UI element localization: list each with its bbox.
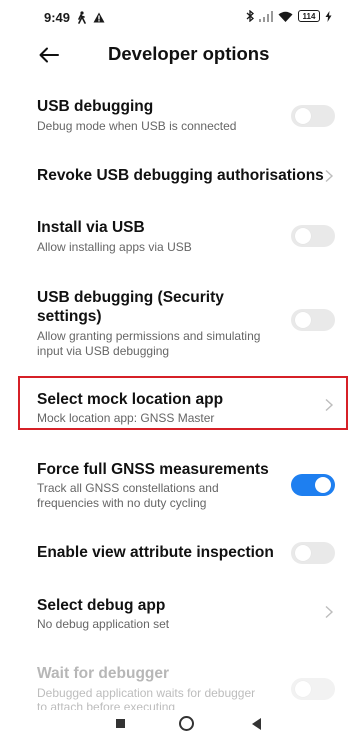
toggle-knob [295, 312, 311, 328]
setting-title: USB debugging [37, 98, 154, 115]
arrow-left-icon [39, 47, 59, 63]
setting-usb-debugging[interactable]: USB debugging Debug mode when USB is con… [0, 90, 348, 142]
toggle-knob [295, 545, 311, 561]
charging-bolt-icon [325, 10, 332, 22]
home-button[interactable] [179, 716, 194, 731]
setting-title: Wait for debugger [37, 665, 170, 682]
setting-subtitle-line2: input via USB debugging [37, 344, 170, 358]
view-attribute-inspection-toggle[interactable] [291, 542, 335, 564]
chevron-right-icon [325, 169, 334, 183]
install-via-usb-toggle[interactable] [291, 225, 335, 247]
toggle-knob [295, 228, 311, 244]
force-full-gnss-toggle[interactable] [291, 474, 335, 496]
setting-title-line1: USB debugging (Security [37, 289, 224, 306]
setting-title: Enable view attribute inspection [37, 544, 274, 561]
setting-title: Select mock location app [37, 391, 224, 408]
setting-view-attribute-inspection[interactable]: Enable view attribute inspection [0, 535, 348, 571]
recents-button[interactable] [116, 719, 125, 728]
warning-icon [93, 12, 105, 23]
setting-revoke-usb-authorisations[interactable]: Revoke USB debugging authorisations [0, 158, 348, 194]
chevron-right-icon [325, 398, 334, 412]
status-right: 114 [246, 10, 332, 22]
setting-install-via-usb[interactable]: Install via USB Allow installing apps vi… [0, 212, 348, 260]
battery-icon: 114 [298, 10, 320, 22]
page-title: Developer options [108, 43, 270, 64]
back-button[interactable] [34, 40, 64, 70]
setting-subtitle: Debug mode when USB is connected [37, 119, 237, 133]
toggle-knob [295, 681, 311, 697]
toggle-knob [295, 108, 311, 124]
wifi-icon [278, 11, 293, 22]
setting-subtitle-line1: Track all GNSS constellations and [37, 481, 219, 495]
setting-title: Force full GNSS measurements [37, 461, 269, 478]
setting-subtitle-line1: Debugged application waits for debugger [37, 686, 256, 700]
header: Developer options [0, 36, 348, 74]
usb-debugging-security-toggle[interactable] [291, 309, 335, 331]
setting-title-line2: settings) [37, 308, 102, 325]
setting-title: Install via USB [37, 219, 145, 236]
toggle-knob [315, 477, 331, 493]
bluetooth-icon [246, 10, 254, 22]
setting-usb-debugging-security[interactable]: USB debugging (Security settings) Allow … [0, 286, 348, 362]
status-time: 9:49 [44, 10, 71, 25]
setting-select-mock-location-app[interactable]: Select mock location app Mock location a… [0, 384, 348, 426]
setting-subtitle-line2: to attach before executing [37, 700, 176, 710]
setting-wait-for-debugger: Wait for debugger Debugged application w… [0, 662, 348, 710]
chevron-right-icon [325, 605, 334, 619]
setting-force-full-gnss[interactable]: Force full GNSS measurements Track all G… [0, 458, 348, 514]
status-bar: 9:49 114 [0, 0, 348, 36]
walking-person-icon [78, 11, 86, 24]
navigation-bar [0, 716, 348, 738]
setting-select-debug-app[interactable]: Select debug app No debug application se… [0, 592, 348, 634]
setting-subtitle: Allow installing apps via USB [37, 240, 192, 254]
setting-title: Revoke USB debugging authorisations [37, 167, 324, 184]
status-left: 9:49 [44, 10, 105, 25]
setting-subtitle-line2: frequencies with no duty cycling [37, 496, 207, 510]
battery-level: 114 [302, 11, 316, 21]
setting-subtitle: No debug application set [37, 617, 170, 631]
setting-subtitle: Mock location app: GNSS Master [37, 411, 215, 425]
cellular-signal-icon [259, 10, 273, 22]
nav-back-button[interactable] [252, 718, 261, 730]
usb-debugging-toggle[interactable] [291, 105, 335, 127]
wait-for-debugger-toggle [291, 678, 335, 700]
setting-title: Select debug app [37, 597, 166, 614]
setting-subtitle-line1: Allow granting permissions and simulatin… [37, 329, 261, 343]
